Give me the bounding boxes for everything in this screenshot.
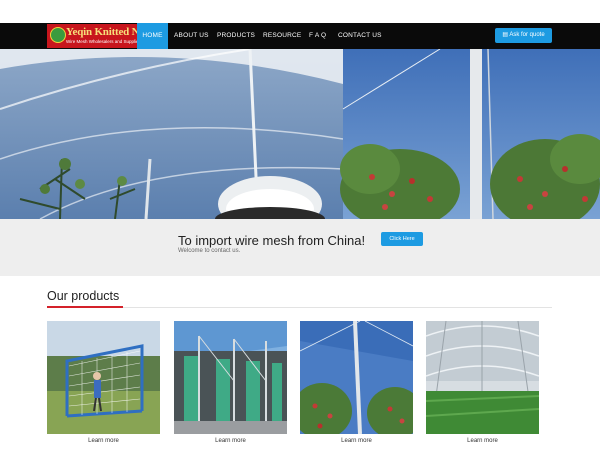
learn-more-link-1[interactable]: Learn more <box>47 438 160 444</box>
product-card-4[interactable] <box>426 321 539 434</box>
section-title: Our products <box>47 289 120 303</box>
section-accent-bar <box>47 306 123 308</box>
nav-item-home[interactable]: HOME <box>137 23 168 49</box>
product-image-goal-net <box>47 321 160 434</box>
nav-item-contact-us[interactable]: CONTACT US <box>338 23 382 49</box>
top-spacer <box>0 0 600 23</box>
ask-for-quote-button[interactable]: ▤ Ask for quote <box>495 28 552 43</box>
learn-more-link-3[interactable]: Learn more <box>300 438 413 444</box>
product-card-2[interactable] <box>174 321 287 434</box>
cta-subtitle: Welcome to contact us. <box>178 248 241 254</box>
quote-button-label: Ask for quote <box>509 32 545 38</box>
logo-leaf-icon <box>50 27 66 43</box>
logo-title: Yeqin Knitted Net <box>66 26 148 38</box>
product-image-windbreak-net <box>174 321 287 434</box>
nav-item-faq[interactable]: F A Q <box>309 23 326 49</box>
nav-item-products[interactable]: PRODUCTS <box>217 23 255 49</box>
document-icon: ▤ <box>502 32 508 38</box>
nav-item-about-us[interactable]: ABOUT US <box>174 23 209 49</box>
hero-image <box>0 49 600 219</box>
product-card-1[interactable] <box>47 321 160 434</box>
nav-item-resource[interactable]: RESOURCE <box>263 23 301 49</box>
learn-more-link-2[interactable]: Learn more <box>174 438 287 444</box>
site-logo[interactable]: Yeqin Knitted Net Wire Mesh Wholesalers … <box>47 24 148 48</box>
product-image-shade-net <box>426 321 539 434</box>
logo-subtitle: Wire Mesh Wholesalers and Suppliers <box>66 39 143 44</box>
product-card-3[interactable] <box>300 321 413 434</box>
cta-title: To import wire mesh from China! <box>178 233 366 248</box>
click-here-button[interactable]: Click Here <box>381 232 423 246</box>
learn-more-link-4[interactable]: Learn more <box>426 438 539 444</box>
product-image-anti-hail-net <box>300 321 413 434</box>
hero-banner <box>0 49 600 219</box>
